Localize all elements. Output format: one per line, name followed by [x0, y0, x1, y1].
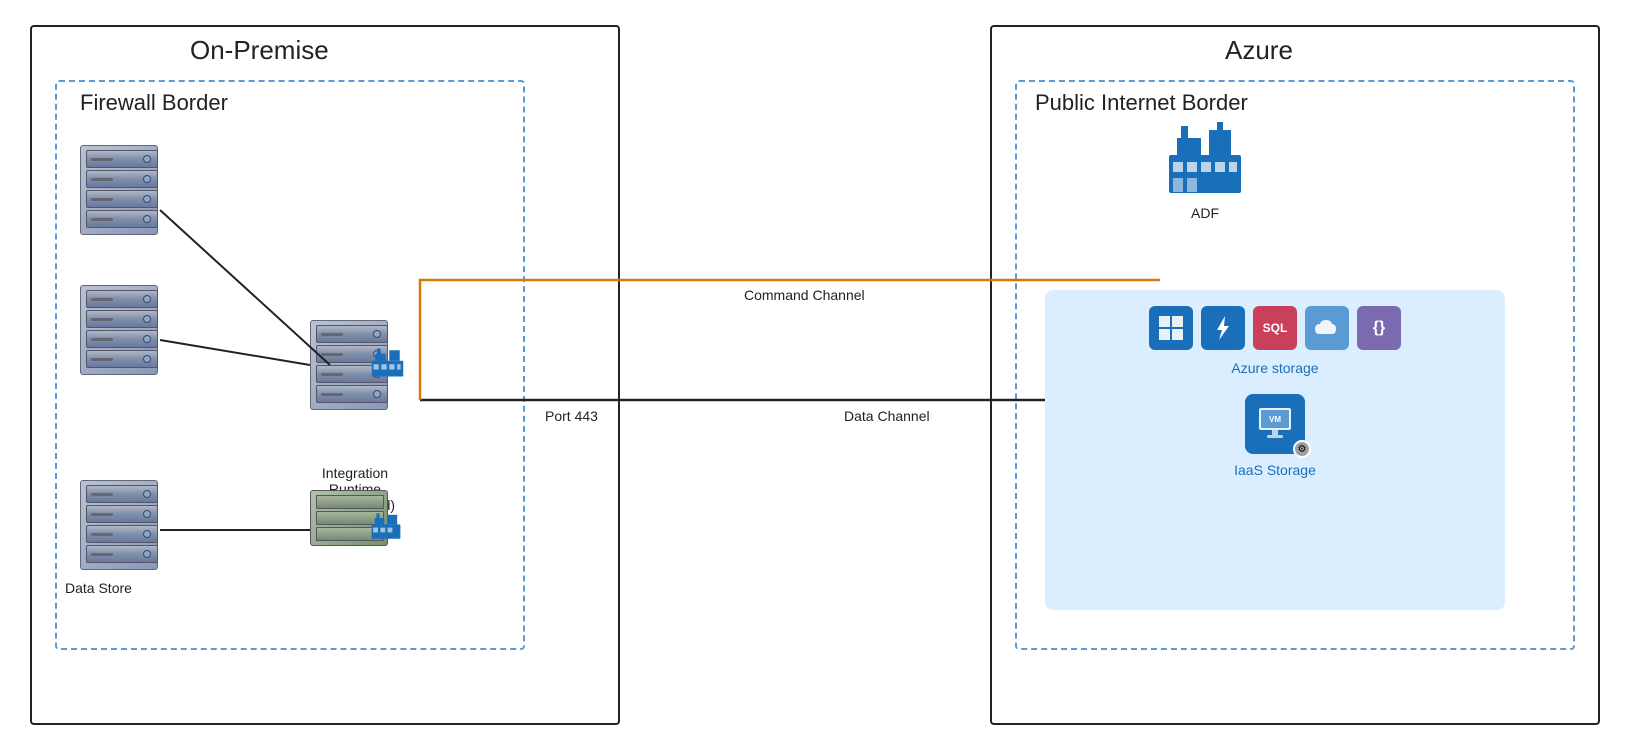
- data-store-server-bot: [80, 480, 165, 570]
- port-443-label: Port 443: [545, 408, 598, 424]
- data-store-server-top: [80, 145, 165, 235]
- azure-title: Azure: [1225, 35, 1293, 66]
- integration-runtime-factory-icon: [370, 345, 405, 385]
- adf-label: ADF: [1175, 205, 1235, 221]
- json-storage-icon: {}: [1357, 306, 1401, 350]
- storage-icons-row: SQL {}: [1149, 306, 1401, 350]
- integration-runtime-factory-icon-2: [370, 510, 402, 547]
- diagram-container: On-Premise Azure Firewall Border Public …: [0, 0, 1627, 754]
- event-hub-icon: [1201, 306, 1245, 350]
- svg-text:VM: VM: [1269, 415, 1281, 424]
- azure-storage-label: Azure storage: [1231, 360, 1318, 376]
- firewall-border-title: Firewall Border: [80, 90, 228, 116]
- sql-storage-icon: SQL: [1253, 306, 1297, 350]
- public-internet-title: Public Internet Border: [1035, 90, 1248, 116]
- command-channel-label: Command Channel: [744, 287, 865, 303]
- data-channel-label: Data Channel: [844, 408, 930, 424]
- azure-storage-group: SQL {} Azure storage: [1045, 290, 1505, 610]
- iaas-storage-container: VM ⚙ IaaS Storage: [1234, 394, 1316, 478]
- iaas-storage-icon: VM ⚙: [1245, 394, 1305, 454]
- cloud-storage-icon: [1305, 306, 1349, 350]
- grid-storage-icon: [1149, 306, 1193, 350]
- adf-icon: [1165, 120, 1245, 205]
- data-store-server-mid: [80, 285, 165, 375]
- on-premise-title: On-Premise: [190, 35, 329, 66]
- iaas-storage-label: IaaS Storage: [1234, 462, 1316, 478]
- data-store-label: Data Store: [65, 580, 132, 596]
